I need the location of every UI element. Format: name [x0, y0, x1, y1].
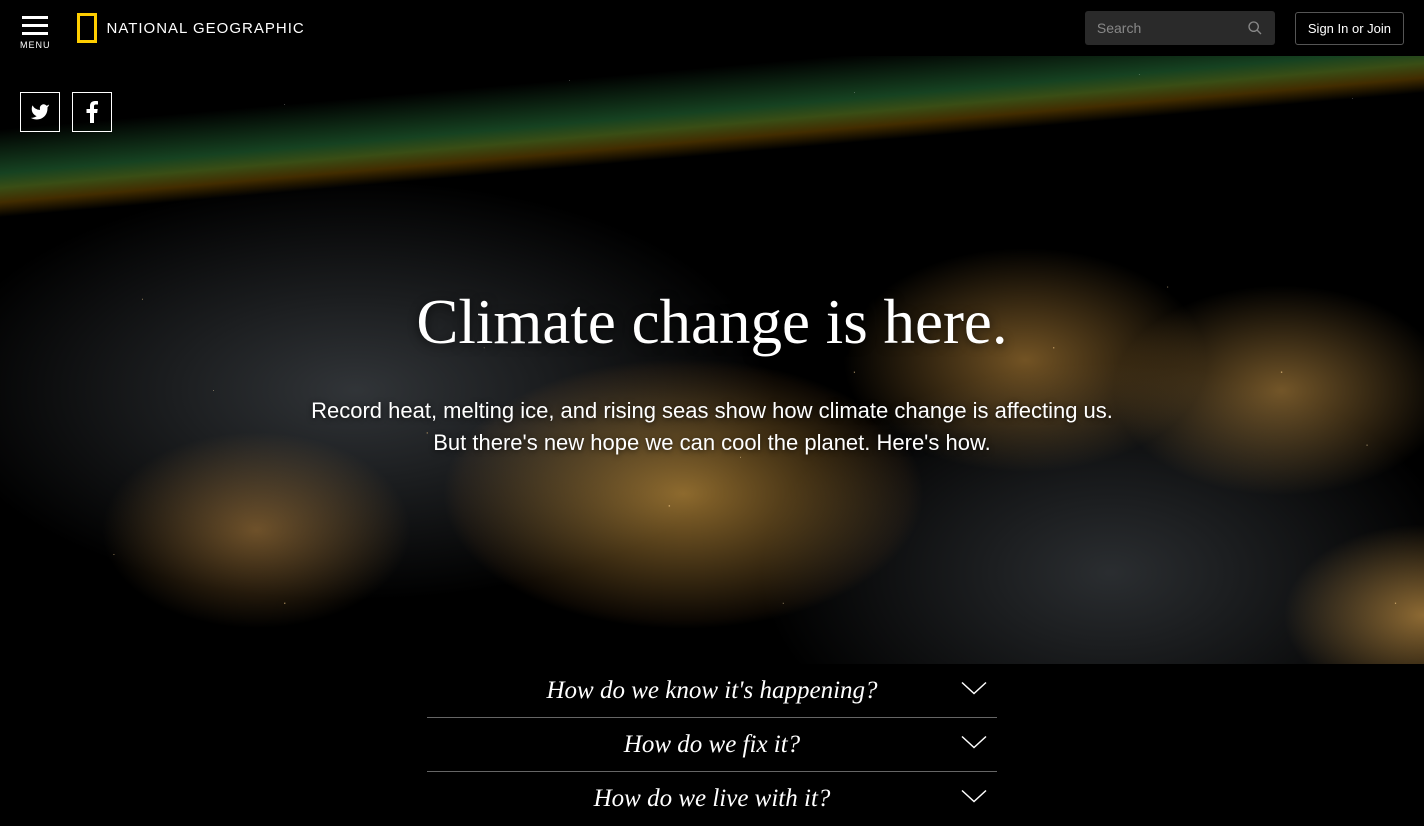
hero-subtitle: Record heat, melting ice, and rising sea… — [40, 395, 1384, 459]
accordion-label: How do we fix it? — [624, 731, 800, 759]
chevron-down-icon — [961, 790, 987, 809]
menu-label: MENU — [20, 40, 51, 50]
facebook-icon — [86, 101, 98, 123]
hamburger-icon — [22, 16, 48, 35]
hero-title: Climate change is here. — [40, 286, 1384, 359]
search-box[interactable] — [1085, 11, 1275, 45]
signin-button[interactable]: Sign In or Join — [1295, 12, 1404, 45]
social-share — [20, 92, 112, 132]
share-twitter[interactable] — [20, 92, 60, 132]
site-header: MENU NATIONAL GEOGRAPHIC Sign In or Join — [0, 0, 1424, 56]
natgeo-frame-icon — [77, 13, 97, 43]
accordion-label: How do we know it's happening? — [546, 677, 877, 705]
brand-logo[interactable]: NATIONAL GEOGRAPHIC — [77, 13, 305, 43]
header-right: Sign In or Join — [1085, 11, 1404, 45]
accordion-item-know[interactable]: How do we know it's happening? — [427, 664, 997, 718]
hero-text: Climate change is here. Record heat, mel… — [0, 286, 1424, 459]
hero-subtitle-line2: But there's new hope we can cool the pla… — [433, 430, 991, 455]
chevron-down-icon — [961, 681, 987, 700]
hero: Climate change is here. Record heat, mel… — [0, 56, 1424, 664]
accordion-item-live[interactable]: How do we live with it? — [427, 772, 997, 826]
twitter-icon — [30, 102, 50, 122]
menu-button[interactable]: MENU — [20, 6, 51, 50]
hero-subtitle-line1: Record heat, melting ice, and rising sea… — [311, 398, 1113, 423]
accordion-label: How do we live with it? — [594, 785, 831, 813]
search-input[interactable] — [1097, 20, 1237, 36]
share-facebook[interactable] — [72, 92, 112, 132]
chevron-down-icon — [961, 735, 987, 754]
search-icon[interactable] — [1247, 20, 1263, 36]
accordion: How do we know it's happening? How do we… — [0, 664, 1424, 826]
accordion-item-fix[interactable]: How do we fix it? — [427, 718, 997, 772]
brand-name: NATIONAL GEOGRAPHIC — [107, 20, 305, 37]
